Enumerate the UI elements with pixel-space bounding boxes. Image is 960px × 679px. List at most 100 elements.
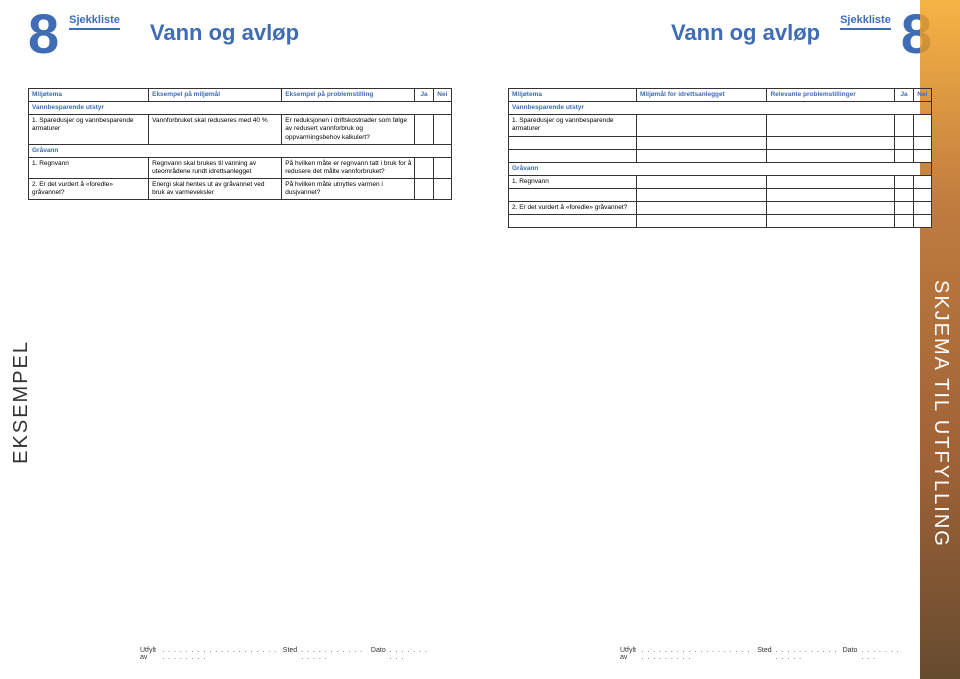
cell: Vannforbruket skal reduseres med 40 % bbox=[149, 115, 282, 144]
cell[interactable] bbox=[636, 215, 767, 228]
section-row: Vannbesparende utstyr bbox=[29, 102, 452, 115]
table-header-row: Miljøtema Miljømål for idrettsanlegget R… bbox=[509, 89, 932, 102]
nei-cell[interactable] bbox=[913, 149, 931, 162]
right-table: Miljøtema Miljømål for idrettsanlegget R… bbox=[508, 88, 932, 228]
section-label: Vannbesparende utstyr bbox=[509, 102, 932, 115]
chapter-number: 8 bbox=[28, 6, 59, 62]
cell: 1. Sparedusjer og vannbesparende armatur… bbox=[29, 115, 149, 144]
section-label: Gråvann bbox=[29, 144, 452, 157]
cell[interactable] bbox=[767, 215, 895, 228]
th-problemstilling: Relevante problemstillinger bbox=[767, 89, 895, 102]
nei-cell[interactable] bbox=[433, 157, 451, 178]
cell[interactable] bbox=[636, 189, 767, 202]
cell[interactable] bbox=[767, 136, 895, 149]
cell[interactable] bbox=[636, 202, 767, 215]
cell: Regnvann skal brukes til vanning av uteo… bbox=[149, 157, 282, 178]
right-page: Vann og avløp Sjekkliste 8 Miljøtema Mil… bbox=[480, 0, 960, 679]
cell[interactable] bbox=[636, 175, 767, 188]
dots: . . . . . . . . . . bbox=[861, 647, 900, 661]
table-row bbox=[509, 215, 932, 228]
cell[interactable] bbox=[767, 189, 895, 202]
cell[interactable] bbox=[509, 149, 637, 162]
footer-dato: Dato bbox=[843, 647, 858, 661]
dots: . . . . . . . . . . bbox=[390, 647, 430, 661]
cell: 1. Sparedusjer og vannbesparende armatur… bbox=[509, 115, 637, 136]
cell: 2. Er det vurdert å «foredle» gråvannet? bbox=[29, 179, 149, 200]
cell: På hvilken måte er regnvann tatt i bruk … bbox=[282, 157, 415, 178]
th-miljotema: Miljøtema bbox=[29, 89, 149, 102]
th-miljomaal: Miljømål for idrettsanlegget bbox=[636, 89, 767, 102]
page-title: Vann og avløp bbox=[150, 20, 299, 46]
table-row bbox=[509, 149, 932, 162]
footer-utfylt: Utfylt av bbox=[140, 647, 158, 661]
cell[interactable] bbox=[509, 136, 637, 149]
nei-cell[interactable] bbox=[433, 179, 451, 200]
dots: . . . . . . . . . . . . . . . . bbox=[776, 647, 839, 661]
section-row: Gråvann bbox=[509, 162, 932, 175]
nei-cell[interactable] bbox=[433, 115, 451, 144]
cell: Er reduksjonen i driftskostnader som føl… bbox=[282, 115, 415, 144]
ja-cell[interactable] bbox=[415, 115, 433, 144]
cell: 1. Regnvann bbox=[509, 175, 637, 188]
cell[interactable] bbox=[509, 189, 637, 202]
cell: På hvilken måte utnyttes varmen i dusjva… bbox=[282, 179, 415, 200]
left-header-labels: Sjekkliste bbox=[69, 14, 120, 34]
left-page: 8 Sjekkliste Vann og avløp Miljøtema Eks… bbox=[0, 0, 480, 679]
table-header-row: Miljøtema Eksempel på miljømål Eksempel … bbox=[29, 89, 452, 102]
nei-cell[interactable] bbox=[913, 202, 931, 215]
table-row bbox=[509, 136, 932, 149]
page-spread: 8 Sjekkliste Vann og avløp Miljøtema Eks… bbox=[0, 0, 960, 679]
sjekkliste-label: Sjekkliste bbox=[69, 14, 120, 30]
cell[interactable] bbox=[767, 175, 895, 188]
cell[interactable] bbox=[767, 115, 895, 136]
nei-cell[interactable] bbox=[913, 115, 931, 136]
ja-cell[interactable] bbox=[415, 179, 433, 200]
table-row: 1. Regnvann Regnvann skal brukes til van… bbox=[29, 157, 452, 178]
nei-cell[interactable] bbox=[913, 215, 931, 228]
footer-dato: Dato bbox=[371, 647, 386, 661]
dots: . . . . . . . . . . . . . . . . bbox=[301, 647, 367, 661]
cell: 2. Er det vurdert å «foredle» gråvannet? bbox=[509, 202, 637, 215]
ja-cell[interactable] bbox=[895, 136, 913, 149]
dots: . . . . . . . . . . . . . . . . . . . . … bbox=[641, 647, 753, 661]
th-miljomaal: Eksempel på miljømål bbox=[149, 89, 282, 102]
nei-cell[interactable] bbox=[913, 136, 931, 149]
left-table: Miljøtema Eksempel på miljømål Eksempel … bbox=[28, 88, 452, 200]
sjekkliste-label: Sjekkliste bbox=[840, 14, 891, 30]
cell[interactable] bbox=[509, 215, 637, 228]
table-row: 1. Sparedusjer og vannbesparende armatur… bbox=[509, 115, 932, 136]
vertical-label-eksempel: EKSEMPEL bbox=[10, 340, 33, 464]
cell: 1. Regnvann bbox=[29, 157, 149, 178]
cell[interactable] bbox=[767, 202, 895, 215]
footer-sted: Sted bbox=[283, 647, 297, 661]
right-header-labels: Sjekkliste bbox=[840, 14, 891, 34]
nei-cell[interactable] bbox=[913, 175, 931, 188]
table-row: 2. Er det vurdert å «foredle» gråvannet? bbox=[509, 202, 932, 215]
cell[interactable] bbox=[767, 149, 895, 162]
ja-cell[interactable] bbox=[895, 189, 913, 202]
ja-cell[interactable] bbox=[415, 157, 433, 178]
right-header: Vann og avløp Sjekkliste 8 bbox=[508, 12, 932, 66]
ja-cell[interactable] bbox=[895, 175, 913, 188]
th-miljotema: Miljøtema bbox=[509, 89, 637, 102]
th-problemstilling: Eksempel på problemstilling bbox=[282, 89, 415, 102]
table-row bbox=[509, 189, 932, 202]
cell[interactable] bbox=[636, 136, 767, 149]
table-row: 2. Er det vurdert å «foredle» gråvannet?… bbox=[29, 179, 452, 200]
chapter-number: 8 bbox=[901, 6, 932, 62]
left-footer: Utfylt av . . . . . . . . . . . . . . . … bbox=[140, 647, 430, 661]
cell[interactable] bbox=[636, 149, 767, 162]
table-row: 1. Sparedusjer og vannbesparende armatur… bbox=[29, 115, 452, 144]
dots: . . . . . . . . . . . . . . . . . . . . … bbox=[162, 647, 279, 661]
cell[interactable] bbox=[636, 115, 767, 136]
left-header: 8 Sjekkliste Vann og avløp bbox=[28, 12, 452, 66]
th-ja: Ja bbox=[895, 89, 913, 102]
ja-cell[interactable] bbox=[895, 149, 913, 162]
vertical-label-skjema: SKJEMA TIL UTFYLLING bbox=[929, 280, 952, 548]
ja-cell[interactable] bbox=[895, 115, 913, 136]
footer-sted: Sted bbox=[757, 647, 771, 661]
table-row: 1. Regnvann bbox=[509, 175, 932, 188]
nei-cell[interactable] bbox=[913, 189, 931, 202]
ja-cell[interactable] bbox=[895, 202, 913, 215]
ja-cell[interactable] bbox=[895, 215, 913, 228]
